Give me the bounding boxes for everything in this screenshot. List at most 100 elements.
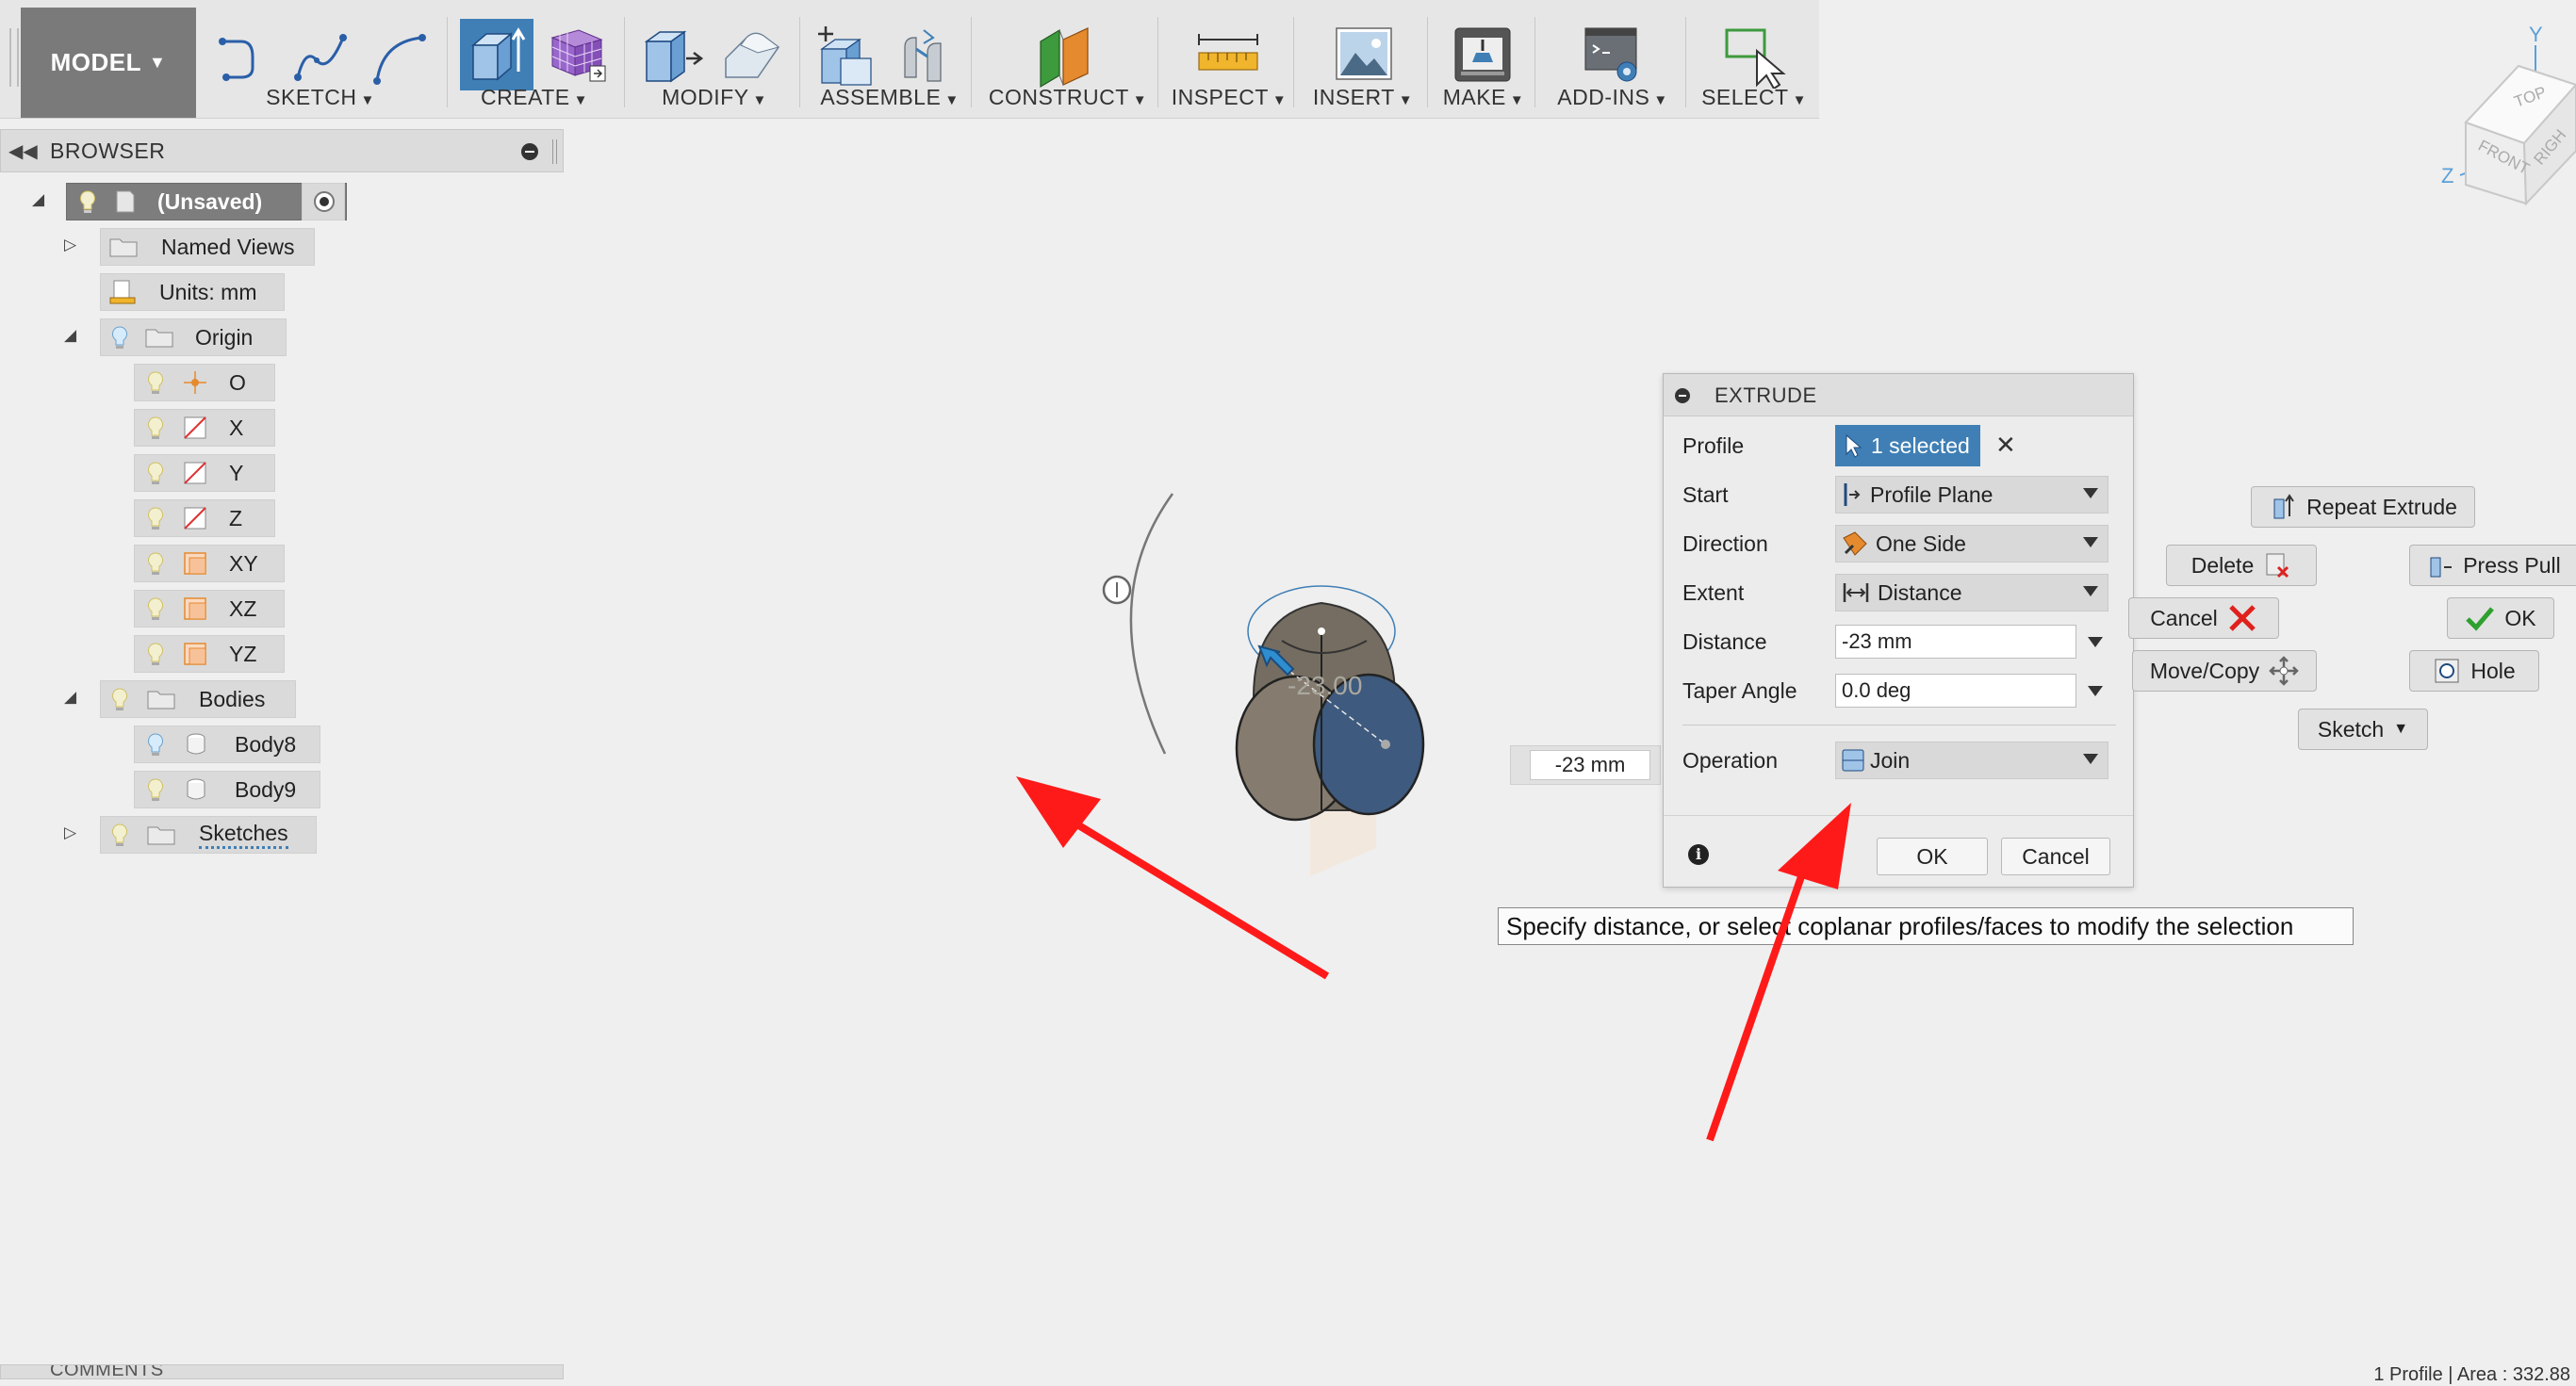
toolbar-group-addins[interactable]: ADD-INS ▼ [1542,8,1683,116]
arc-icon[interactable] [369,28,426,85]
panel-pin-handle[interactable] [552,139,557,164]
toolbar-group-inspect[interactable]: INSPECT ▼ [1167,8,1291,116]
dropdown-arrow-icon[interactable] [2088,686,2103,696]
visibility-bulb-icon[interactable] [78,189,97,214]
comments-panel-header[interactable]: COMMENTS [0,1364,564,1379]
new-component-icon[interactable] [812,23,875,87]
toolbar-group-create[interactable]: CREATE ▼ [458,8,611,116]
dropdown-arrow-icon[interactable] [2088,637,2103,647]
dropdown-arrow-icon[interactable] [2083,488,2098,498]
visibility-bulb-icon[interactable] [146,777,165,802]
tree-node-axis-y[interactable]: Y [134,454,275,492]
tree-node-origin[interactable]: Origin [100,318,287,356]
spline-icon[interactable] [292,28,349,85]
dropdown-arrow-icon[interactable] [2083,586,2098,596]
press-pull-icon[interactable] [641,24,703,87]
visibility-bulb-icon[interactable] [146,506,165,530]
visibility-bulb-icon[interactable] [146,642,165,666]
join-operation-icon [1842,749,1864,772]
direction-select[interactable]: One Side [1835,525,2108,563]
visibility-bulb-icon[interactable] [146,461,165,485]
distance-input[interactable]: -23 mm [1835,625,2076,659]
toolbar-group-assemble[interactable]: ASSEMBLE ▼ [809,8,971,116]
visibility-bulb-icon[interactable] [146,416,165,440]
info-icon[interactable]: i [1688,844,1709,865]
tree-node-named-views[interactable]: Named Views [100,228,315,266]
visibility-bulb-icon[interactable] [110,325,129,350]
expand-triangle-icon[interactable]: ▷ [64,236,76,254]
collapse-dialog-icon[interactable] [1675,388,1690,403]
dialog-cancel-button[interactable]: Cancel [2001,838,2110,875]
toolbar-group-make[interactable]: MAKE ▼ [1435,8,1533,116]
profile-selection-chip[interactable]: 1 selected [1835,425,1980,466]
tree-node-plane-xz[interactable]: XZ [134,590,285,628]
expand-triangle-icon[interactable]: ▷ [64,823,76,842]
cancel-marking-button[interactable]: Cancel [2128,597,2279,639]
start-select[interactable]: Profile Plane [1835,476,2108,514]
visibility-bulb-icon[interactable] [146,370,165,395]
tree-node-axis-x[interactable]: X [134,409,275,447]
toolbar-group-select[interactable]: SELECT ▼ [1693,8,1815,116]
hole-button[interactable]: Hole [2409,650,2539,692]
visibility-bulb-icon[interactable] [110,823,129,847]
extrude-icon[interactable] [468,24,528,85]
dropdown-arrow-icon[interactable] [2083,537,2098,547]
operation-select[interactable]: Join [1835,742,2108,779]
dialog-ok-button[interactable]: OK [1877,838,1988,875]
insert-image-icon[interactable] [1333,23,1395,85]
minimize-icon[interactable] [521,143,538,160]
view-cube[interactable]: Y Z TOP FRONT RIGH [2432,9,2576,212]
visibility-bulb-icon[interactable] [146,551,165,576]
select-icon[interactable] [1723,23,1789,89]
activate-radio[interactable] [302,183,345,220]
joint-icon[interactable] [895,24,958,87]
tree-node-origin-point[interactable]: O [134,364,275,401]
tree-node-bodies[interactable]: Bodies [100,680,296,718]
offset-plane-icon[interactable] [1035,23,1101,89]
visibility-bulb-icon[interactable] [146,596,165,621]
on-canvas-distance-input[interactable]: -23 mm [1530,750,1650,780]
toolbar-group-construct[interactable]: CONSTRUCT ▼ [980,8,1156,116]
repeat-extrude-button[interactable]: Repeat Extrude [2251,486,2475,528]
extrude-dialog-header[interactable]: EXTRUDE [1664,374,2133,416]
toolbar-group-sketch[interactable]: SKETCH ▼ [209,8,432,116]
model-viewport-graphics[interactable]: -23.00 [1093,481,1546,876]
tree-node-units[interactable]: Units: mm [100,273,285,311]
sketch-menu-button[interactable]: Sketch ▼ [2298,709,2428,750]
press-pull-icon [2430,557,2453,578]
fillet-icon[interactable] [720,24,782,87]
rotation-arc[interactable] [1129,493,1174,755]
workspace-switcher[interactable]: MODEL ▼ [21,8,196,118]
line-sketch-icon[interactable] [215,28,271,85]
delete-button[interactable]: Delete [2166,545,2317,586]
tree-node-body8[interactable]: Body8 [134,726,320,763]
toolbar-grip[interactable] [9,28,19,87]
press-pull-button[interactable]: Press Pull [2409,545,2576,586]
form-icon[interactable] [547,24,607,85]
move-copy-button[interactable]: Move/Copy [2132,650,2317,692]
extent-select[interactable]: Distance [1835,574,2108,611]
tree-node-plane-yz[interactable]: YZ [134,635,285,673]
expand-triangle-icon[interactable]: ◢ [64,688,76,707]
3d-print-icon[interactable] [1452,24,1514,85]
visibility-bulb-icon[interactable] [110,687,129,711]
toolbar-group-modify[interactable]: MODIFY ▼ [633,8,796,116]
on-canvas-distance-field[interactable]: -23 mm [1510,745,1661,785]
collapse-browser-icon[interactable]: ◀◀ [8,139,38,163]
scripts-addins-icon[interactable] [1582,24,1644,87]
tree-node-sketches[interactable]: Sketches [100,816,317,854]
tree-node-axis-z[interactable]: Z [134,499,275,537]
start-row: Start Profile Plane [1664,470,2133,519]
tree-node-body9[interactable]: Body9 [134,771,320,808]
dropdown-arrow-icon[interactable] [2083,754,2098,764]
toolbar-group-insert[interactable]: INSERT ▼ [1301,8,1425,116]
ok-marking-button[interactable]: OK [2447,597,2554,639]
measure-icon[interactable] [1195,32,1261,79]
taper-angle-input[interactable]: 0.0 deg [1835,674,2076,708]
radio-active-icon[interactable] [312,189,336,214]
visibility-bulb-icon[interactable] [146,732,165,757]
tree-node-plane-xy[interactable]: XY [134,545,285,582]
expand-triangle-icon[interactable]: ◢ [64,326,76,345]
expand-triangle-icon[interactable]: ◢ [32,190,44,209]
clear-selection-icon[interactable]: ✕ [1995,431,2016,460]
